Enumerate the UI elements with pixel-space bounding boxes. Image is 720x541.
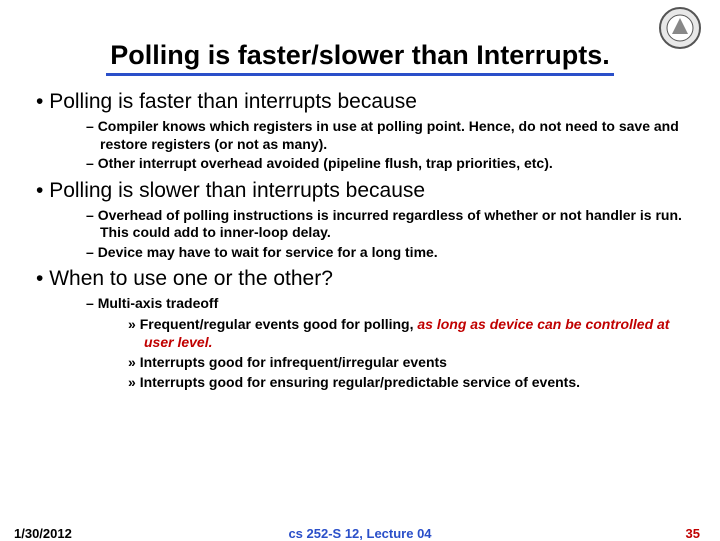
bullet-when: When to use one or the other? Multi-axis… [36,267,690,391]
slower-reason-2: Device may have to wait for service for … [86,244,690,262]
bullet-slower-head: Polling is slower than interrupts becaus… [49,179,425,202]
faster-reason-1: Compiler knows which registers in use at… [86,118,690,153]
tradeoff-2: Interrupts good for infrequent/irregular… [128,353,690,371]
bullet-when-head: When to use one or the other? [49,267,333,290]
tradeoff-1a: Frequent/regular events good for polling… [140,316,418,332]
faster-reason-2: Other interrupt overhead avoided (pipeli… [86,155,690,173]
slide-title: Polling is faster/slower than Interrupts… [106,40,614,76]
bullet-faster-head: Polling is faster than interrupts becaus… [49,90,417,113]
when-sub: Multi-axis tradeoff Frequent/regular eve… [86,295,690,391]
tradeoff-1: Frequent/regular events good for polling… [128,315,690,351]
slower-reason-1: Overhead of polling instructions is incu… [86,207,690,242]
bullet-slower: Polling is slower than interrupts becaus… [36,179,690,262]
when-sub-text: Multi-axis tradeoff [98,295,219,311]
seal-icon [658,6,702,50]
tradeoff-3: Interrupts good for ensuring regular/pre… [128,373,690,391]
content-list: Polling is faster than interrupts becaus… [30,90,690,391]
footer-course: cs 252-S 12, Lecture 04 [0,526,720,541]
footer-page: 35 [686,526,700,541]
bullet-faster: Polling is faster than interrupts becaus… [36,90,690,173]
